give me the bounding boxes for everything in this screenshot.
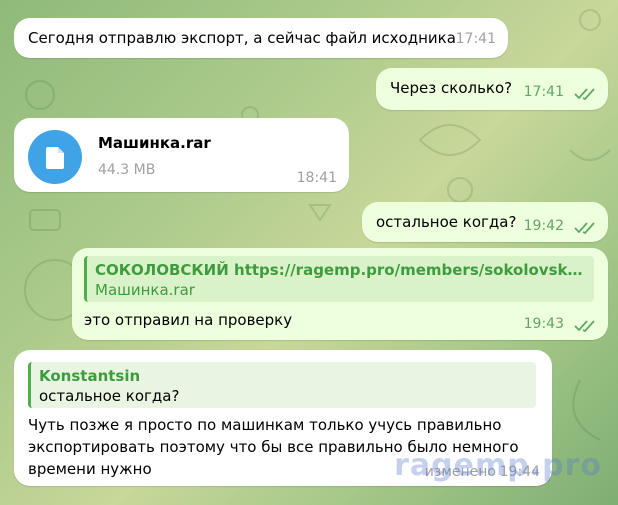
double-check-icon [574, 320, 595, 332]
message-outgoing-4[interactable]: остальное когда? 19:42 [362, 202, 608, 242]
reply-author: СОКОЛОВСКИЙ [95, 261, 229, 279]
file-name[interactable]: Машинка.rar [98, 134, 211, 152]
message-incoming-file[interactable]: Машинка.rar 44.3 MB 18:41 [14, 118, 349, 192]
message-time: 19:43 [523, 316, 564, 332]
message-outgoing-2[interactable]: Через сколько? 17:41 [376, 68, 608, 110]
message-time: 17:41 [455, 31, 496, 47]
reply-author: Konstantsin [39, 367, 141, 385]
reply-text: Машинка.rar [95, 281, 195, 299]
document-icon [46, 147, 64, 169]
file-icon[interactable] [28, 130, 82, 184]
message-time: 19:42 [523, 218, 564, 234]
message-time: 17:41 [523, 84, 564, 100]
watermark: ragemp.pro [394, 448, 602, 483]
reply-quote[interactable]: Konstantsin остальное когда? [28, 362, 536, 408]
reply-header: СОКОЛОВСКИЙ https://ragemp.pro/members/s… [95, 260, 586, 280]
message-text: Через сколько? [390, 79, 513, 97]
message-text: остальное когда? [376, 213, 517, 231]
message-text: это отправил на проверку [84, 311, 293, 329]
message-time: 18:41 [296, 170, 337, 186]
file-size: 44.3 MB [98, 162, 156, 178]
double-check-icon [574, 222, 595, 234]
message-incoming-1[interactable]: Сегодня отправлю экспорт, а сейчас файл … [14, 18, 508, 58]
double-check-icon [574, 88, 595, 100]
message-text: Сегодня отправлю экспорт, а сейчас файл … [28, 29, 456, 47]
message-outgoing-reply[interactable]: СОКОЛОВСКИЙ https://ragemp.pro/members/s… [72, 248, 608, 340]
reply-quote[interactable]: СОКОЛОВСКИЙ https://ragemp.pro/members/s… [84, 256, 594, 302]
reply-text: остальное когда? [39, 387, 180, 405]
reply-link[interactable]: https://ragemp.pro/members/sokolovskij.2… [234, 261, 586, 279]
